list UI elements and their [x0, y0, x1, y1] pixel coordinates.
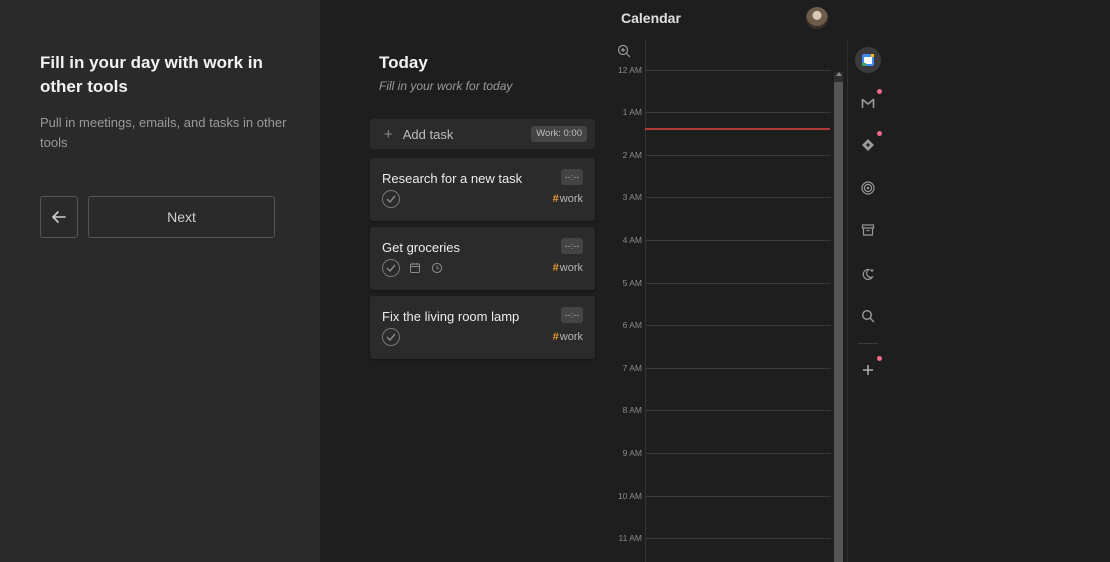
- hour-label: 7 AM: [622, 363, 642, 373]
- hour-line: [646, 70, 831, 71]
- hour-line: [646, 325, 831, 326]
- notification-dot: [877, 89, 882, 94]
- add-icon: [863, 365, 873, 375]
- rail-google-calendar[interactable]: [855, 47, 881, 73]
- next-button[interactable]: Next: [88, 196, 275, 238]
- hour-line: [646, 155, 831, 156]
- diamond-integration-icon: [862, 139, 874, 151]
- onboarding-panel: Fill in your day with work in other tool…: [0, 0, 320, 562]
- hour-line: [646, 453, 831, 454]
- hour-label: 3 AM: [622, 192, 642, 202]
- rail-diamond-integration[interactable]: [855, 132, 881, 158]
- task-duration[interactable]: --:--: [561, 169, 583, 185]
- task-tag[interactable]: #work: [553, 262, 583, 274]
- hour-line: [646, 410, 831, 411]
- task-tag[interactable]: #work: [553, 193, 583, 205]
- rail-archive[interactable]: [855, 217, 881, 243]
- task-title: Get groceries: [382, 240, 461, 255]
- hour-label: 8 AM: [622, 405, 642, 415]
- task-card[interactable]: Research for a new task --:-- #work: [370, 158, 595, 221]
- calendar-grid[interactable]: [645, 40, 831, 562]
- hour-label: 9 AM: [622, 448, 642, 458]
- check-circle-icon[interactable]: [382, 259, 400, 277]
- hour-label: 5 AM: [622, 278, 642, 288]
- current-time-indicator: [645, 128, 830, 130]
- integrations-rail: [847, 40, 889, 562]
- rail-divider: [858, 343, 878, 344]
- hour-label: 2 AM: [622, 150, 642, 160]
- rail-target[interactable]: [855, 175, 881, 201]
- clock-icon[interactable]: [431, 262, 443, 274]
- hour-line: [646, 496, 831, 497]
- hour-line: [646, 240, 831, 241]
- hour-label: 12 AM: [617, 65, 642, 75]
- avatar[interactable]: [806, 7, 828, 29]
- hour-line: [646, 197, 831, 198]
- task-tag-label: work: [559, 193, 583, 205]
- rail-add[interactable]: [855, 357, 881, 383]
- rail-gmail[interactable]: [855, 90, 881, 116]
- task-title: Research for a new task: [382, 171, 523, 186]
- arrow-left-icon: [52, 211, 66, 223]
- plus-icon: +: [384, 125, 393, 143]
- hour-label: 10 AM: [617, 491, 642, 501]
- task-title: Fix the living room lamp: [382, 309, 520, 324]
- notification-dot: [877, 356, 882, 361]
- onboarding-description: Pull in meetings, emails, and tasks in o…: [40, 115, 287, 150]
- check-circle-icon[interactable]: [382, 190, 400, 208]
- target-icon: [861, 181, 875, 195]
- google-calendar-icon: [862, 54, 874, 66]
- hour-label: 6 AM: [622, 320, 642, 330]
- task-duration[interactable]: --:--: [561, 307, 583, 323]
- hour-line: [646, 538, 831, 539]
- hour-line: [646, 112, 831, 113]
- work-time-badge: Work: 0:00: [531, 126, 587, 142]
- hour-label: 11 AM: [618, 533, 642, 543]
- check-circle-icon[interactable]: [382, 328, 400, 346]
- notification-dot: [877, 131, 882, 136]
- task-duration[interactable]: --:--: [561, 238, 583, 254]
- add-task-label: Add task: [402, 126, 454, 142]
- zoom-in-icon[interactable]: [617, 44, 631, 58]
- task-card[interactable]: Get groceries --:-- #work: [370, 227, 595, 290]
- archive-icon: [861, 224, 875, 236]
- calendar-title: Calendar: [621, 10, 681, 26]
- task-tag[interactable]: #work: [553, 331, 583, 343]
- hour-line: [646, 283, 831, 284]
- today-title: Today: [379, 53, 428, 72]
- task-tag-label: work: [559, 331, 583, 343]
- gmail-icon: [861, 98, 875, 108]
- back-button[interactable]: [40, 196, 78, 238]
- hour-line: [646, 368, 831, 369]
- onboarding-heading: Fill in your day with work in other tool…: [40, 53, 263, 96]
- task-card[interactable]: Fix the living room lamp --:-- #work: [370, 296, 595, 359]
- hour-label: 1 AM: [622, 107, 642, 117]
- search-icon: [861, 309, 875, 323]
- moon-plus-icon: [862, 268, 875, 281]
- today-subtitle: Fill in your work for today: [379, 79, 513, 93]
- scrollbar-thumb[interactable]: [834, 82, 843, 562]
- add-task-button[interactable]: + Add task Work: 0:00: [370, 119, 595, 149]
- calendar-icon[interactable]: [409, 262, 421, 274]
- task-tag-label: work: [559, 262, 583, 274]
- hour-label: 4 AM: [622, 235, 642, 245]
- rail-moon-plus[interactable]: [855, 261, 881, 287]
- scroll-up-icon[interactable]: [836, 72, 842, 76]
- rail-search[interactable]: [855, 303, 881, 329]
